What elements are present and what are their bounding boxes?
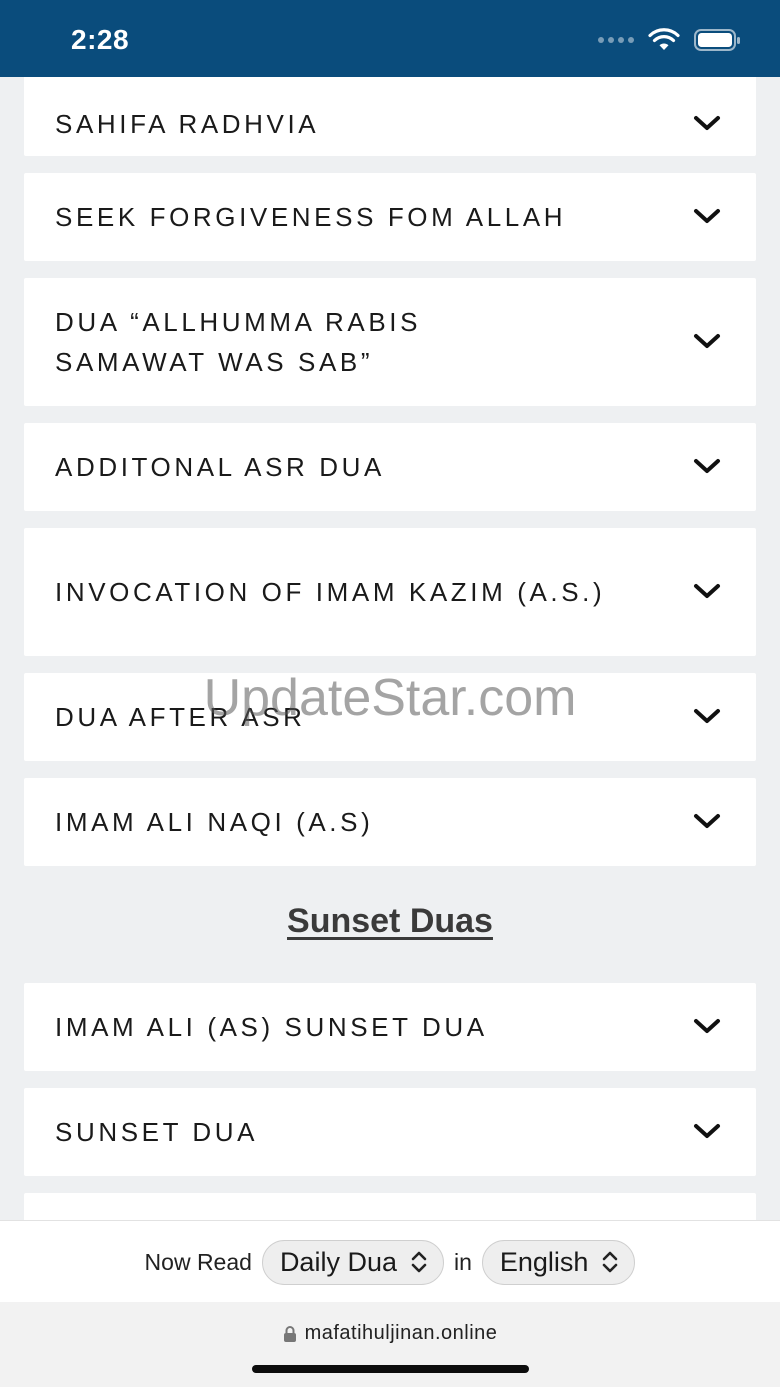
wifi-icon xyxy=(648,28,680,50)
section-title-sunset-duas: Sunset Duas xyxy=(287,902,493,940)
lock-icon xyxy=(283,1325,296,1342)
now-read-bar: Now Read Daily Dua in English xyxy=(0,1220,780,1303)
dua-item-seek-forgiveness[interactable]: SEEK FORGIVENESS FOM ALLAH xyxy=(24,173,756,261)
chevron-down-icon[interactable] xyxy=(692,1122,722,1142)
dua-item-imam-kazim[interactable]: INVOCATION OF IMAM KAZIM (A.S.) xyxy=(24,528,756,656)
book-select[interactable]: Daily Dua xyxy=(261,1239,444,1285)
status-icons xyxy=(598,28,742,52)
chevron-down-icon[interactable] xyxy=(692,812,722,832)
language-select-value: English xyxy=(499,1246,589,1277)
dua-item-sunset-dua[interactable]: SUNSET DUA xyxy=(24,1088,756,1176)
up-down-chevron-icon xyxy=(411,1251,427,1273)
cellular-signal-icon xyxy=(598,37,634,43)
dua-item-allhumma-rabis[interactable]: DUA “ALLHUMMA RABIS SAMAWAT WAS SAB” xyxy=(24,278,756,406)
dua-item-additonal-asr[interactable]: ADDITONAL ASR DUA xyxy=(24,423,756,511)
dua-item-label: DUA AFTER ASR xyxy=(55,702,306,732)
dua-item-imam-ali-sunset[interactable]: IMAM ALI (AS) SUNSET DUA xyxy=(24,983,756,1071)
dua-item-label: IMAM ALI (AS) SUNSET DUA xyxy=(55,1012,488,1042)
status-bar: 2:28 xyxy=(0,0,780,77)
home-indicator[interactable] xyxy=(252,1365,529,1373)
app-screen: 2:28 SAHIFA RADHVIA SEEK FORGIVENESS FOM… xyxy=(0,0,780,1387)
dua-item-label: SAHIFA RADHVIA xyxy=(55,109,320,139)
chevron-down-icon[interactable] xyxy=(692,457,722,477)
url-text: mafatihuljinan.online xyxy=(304,1322,498,1344)
url-row[interactable]: mafatihuljinan.online xyxy=(0,1322,780,1345)
in-label: in xyxy=(453,1248,472,1275)
language-select[interactable]: English xyxy=(481,1239,636,1285)
dua-item-dua-after-asr[interactable]: DUA AFTER ASR xyxy=(24,673,756,761)
chevron-down-icon[interactable] xyxy=(692,332,722,352)
dua-item-imam-ali-naqi[interactable]: IMAM ALI NAQI (A.S) xyxy=(24,778,756,866)
browser-url-bar[interactable]: mafatihuljinan.online xyxy=(0,1302,780,1387)
dua-item-label: SUNSET DUA xyxy=(55,1117,259,1147)
status-time: 2:28 xyxy=(71,24,130,55)
dua-item-label: INVOCATION OF IMAM KAZIM (A.S.) xyxy=(55,577,606,607)
chevron-down-icon[interactable] xyxy=(692,582,722,602)
dua-item-label: IMAM ALI NAQI (A.S) xyxy=(55,807,374,837)
chevron-down-icon[interactable] xyxy=(692,1017,722,1037)
chevron-down-icon[interactable] xyxy=(692,90,722,134)
now-read-label: Now Read xyxy=(144,1248,252,1275)
battery-icon xyxy=(694,29,740,51)
dua-item-sahifa-radhvia[interactable]: SAHIFA RADHVIA xyxy=(24,68,756,156)
up-down-chevron-icon xyxy=(603,1251,618,1273)
dua-item-label: SEEK FORGIVENESS FOM ALLAH xyxy=(55,202,567,232)
dua-item-label: ADDITONAL ASR DUA xyxy=(55,452,385,482)
dua-item-label: DUA “ALLHUMMA RABIS SAMAWAT WAS SAB” xyxy=(55,307,422,377)
chevron-down-icon[interactable] xyxy=(692,207,722,227)
chevron-down-icon[interactable] xyxy=(692,707,722,727)
book-select-value: Daily Dua xyxy=(279,1246,397,1277)
